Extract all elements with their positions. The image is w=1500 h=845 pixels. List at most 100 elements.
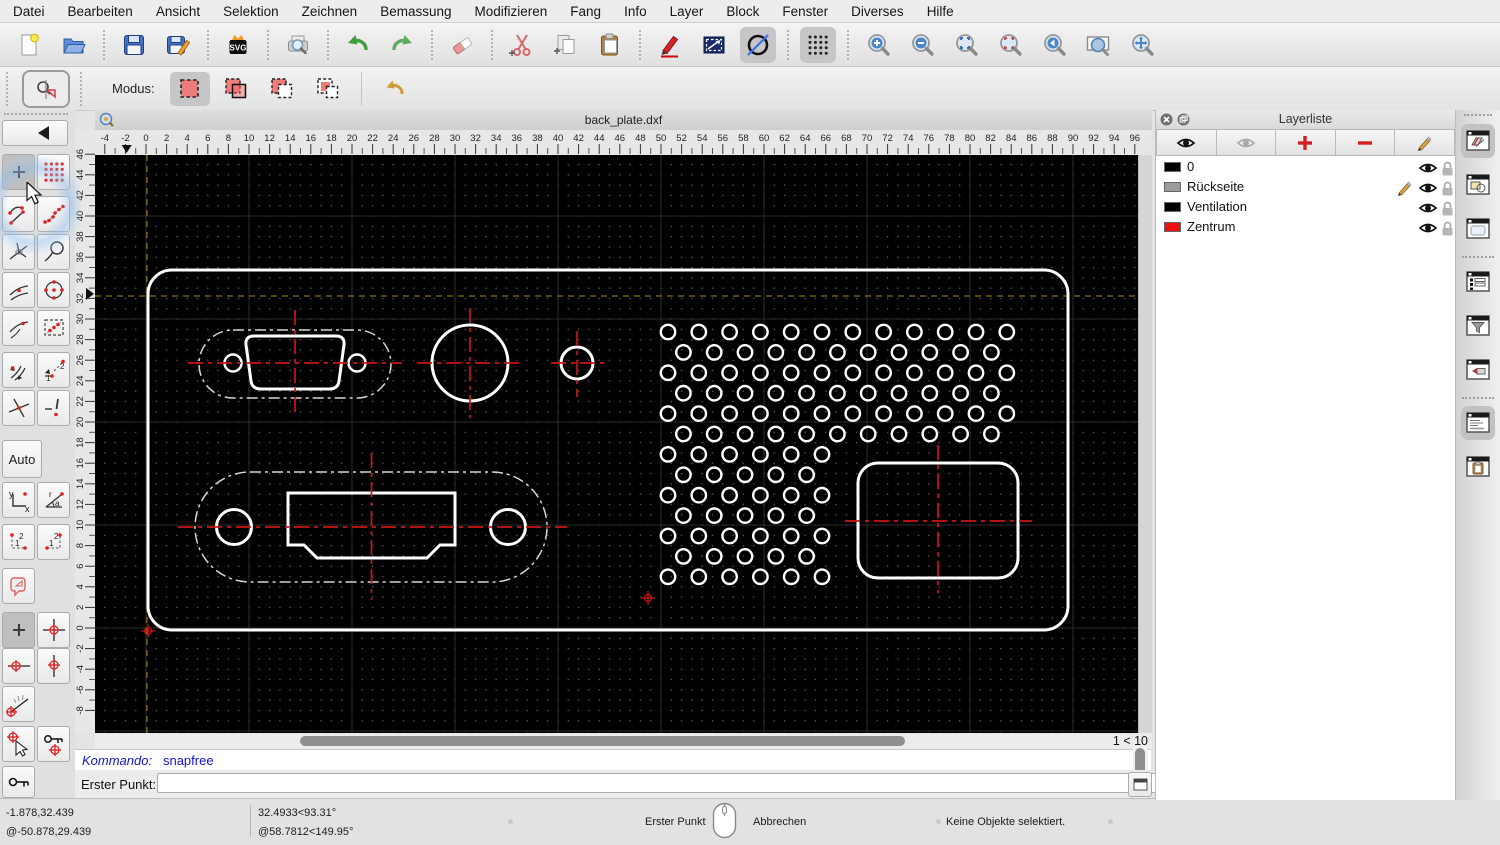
snap-free-button[interactable] — [2, 154, 35, 190]
dock-block-list-button[interactable] — [1461, 168, 1495, 202]
menu-datei[interactable]: Datei — [13, 4, 45, 19]
redo-button[interactable] — [384, 27, 420, 63]
palette-handle[interactable] — [4, 113, 68, 115]
mode-subtract-selection-button[interactable] — [262, 72, 302, 106]
snap-distance-button[interactable] — [2, 310, 35, 346]
menu-fang[interactable]: Fang — [570, 4, 601, 19]
grid-toggle-button[interactable] — [800, 26, 836, 63]
menu-zeichnen[interactable]: Zeichnen — [302, 4, 358, 19]
menu-ansicht[interactable]: Ansicht — [156, 4, 200, 19]
draw-order-button[interactable] — [696, 27, 732, 63]
coords-cartesian-button[interactable]: yx — [2, 482, 35, 518]
print-preview-button[interactable] — [280, 27, 316, 63]
coords-polar-button[interactable]: ra — [37, 482, 70, 518]
snap-warning-button[interactable] — [37, 390, 70, 426]
cut-button[interactable] — [504, 27, 540, 63]
zoom-pan-button[interactable] — [1124, 27, 1160, 63]
zoom-in-button[interactable] — [860, 27, 896, 63]
paste-button[interactable] — [592, 27, 628, 63]
snap-endpoint-button[interactable] — [2, 196, 35, 232]
canvas-horizontal-scrollbar[interactable]: 1 < 10 — [95, 733, 1152, 749]
snap-entity-points-button[interactable] — [37, 196, 70, 232]
snap-auto-button[interactable]: Auto — [2, 440, 42, 478]
set-relative-zero-button[interactable] — [37, 612, 70, 648]
mode-revert-button[interactable] — [375, 72, 415, 106]
menu-modifizieren[interactable]: Modifizieren — [475, 4, 548, 19]
undo-button[interactable] — [340, 27, 376, 63]
menu-bearbeiten[interactable]: Bearbeiten — [68, 4, 133, 19]
dock-clipboard-button[interactable] — [1461, 450, 1495, 484]
draft-mode-button[interactable] — [740, 26, 776, 63]
menu-info[interactable]: Info — [624, 4, 647, 19]
menu-bemassung[interactable]: Bemassung — [380, 4, 451, 19]
zoom-previous-button[interactable] — [1036, 27, 1072, 63]
menu-selektion[interactable]: Selektion — [223, 4, 279, 19]
menu-layer[interactable]: Layer — [670, 4, 704, 19]
snap-on-entity-button[interactable] — [37, 234, 70, 270]
open-document-button[interactable] — [56, 27, 92, 63]
layer-lock-icon[interactable] — [1440, 220, 1455, 240]
canvas-vertical-scrollbar[interactable] — [1138, 155, 1152, 733]
layer-color-swatch[interactable] — [1164, 162, 1181, 172]
menu-block[interactable]: Block — [726, 4, 759, 19]
zoom-selection-button[interactable] — [992, 27, 1028, 63]
relative-coords-1-button[interactable]: 12 — [2, 524, 35, 560]
layer-row[interactable]: Rückseite — [1156, 177, 1455, 197]
palette-back-button[interactable] — [2, 120, 68, 146]
zoom-auto-button[interactable] — [948, 27, 984, 63]
document-titlebar[interactable]: back_plate.dxf — [95, 110, 1152, 131]
dock-command-button[interactable] — [1461, 406, 1495, 440]
freeze-all-layers-button[interactable] — [1216, 129, 1277, 156]
defreeze-all-layers-button[interactable] — [1156, 129, 1217, 156]
remove-layer-button[interactable] — [1335, 129, 1396, 156]
first-point-input[interactable] — [157, 773, 1197, 793]
menu-hilfe[interactable]: Hilfe — [927, 4, 954, 19]
zoom-window-button[interactable] — [1080, 27, 1116, 63]
dock-entity-list-button[interactable] — [1461, 265, 1495, 299]
save-document-button[interactable] — [116, 27, 152, 63]
relative-zero-vertical-button[interactable] — [37, 648, 70, 684]
add-layer-button[interactable] — [1276, 129, 1336, 156]
layer-row[interactable]: Zentrum — [1156, 217, 1455, 237]
copy-button[interactable] — [548, 27, 584, 63]
layer-row[interactable]: 0 — [1156, 157, 1455, 177]
dock-library-button[interactable] — [1461, 212, 1495, 246]
dock-strip-handle[interactable] — [1464, 114, 1492, 116]
lock-relative-zero-button[interactable] — [37, 726, 70, 762]
command-options-button[interactable] — [1128, 772, 1152, 797]
modify-layer-button[interactable] — [1395, 129, 1455, 156]
layer-visibility-icon[interactable] — [1418, 220, 1438, 239]
snap-grid-button[interactable] — [37, 154, 70, 190]
mode-new-selection-button[interactable] — [169, 71, 210, 106]
pick-relative-zero-button[interactable] — [2, 726, 35, 762]
layer-color-swatch[interactable] — [1164, 222, 1181, 232]
edit-attributes-button[interactable] — [652, 27, 688, 63]
dock-filter-button[interactable] — [1461, 309, 1495, 343]
snap-grid-points-button[interactable] — [37, 310, 70, 346]
unlock-relative-zero-button[interactable] — [2, 766, 35, 798]
dock-layer-list-button[interactable] — [1461, 124, 1495, 158]
relative-zero-horizontal-button[interactable] — [2, 648, 35, 684]
snap-middle-button[interactable] — [2, 272, 35, 308]
new-document-button[interactable] — [12, 27, 48, 63]
menu-diverses[interactable]: Diverses — [851, 4, 904, 19]
horizontal-scrollbar-thumb[interactable] — [300, 736, 905, 746]
angle-snap-button[interactable] — [2, 686, 35, 722]
save-document-as-button[interactable] — [160, 27, 196, 63]
layer-color-swatch[interactable] — [1164, 202, 1181, 212]
delete-selected-button[interactable] — [444, 27, 480, 63]
export-svg-button[interactable]: SVG — [220, 27, 256, 63]
zoom-out-button[interactable] — [904, 27, 940, 63]
selection-tool-button[interactable] — [22, 69, 70, 108]
layer-color-swatch[interactable] — [1164, 182, 1181, 192]
mode-intersect-selection-button[interactable] — [308, 72, 348, 106]
menu-fenster[interactable]: Fenster — [782, 4, 828, 19]
restrict-orthogonal-button[interactable] — [2, 352, 35, 388]
mode-add-selection-button[interactable] — [216, 72, 256, 106]
layer-panel-titlebar[interactable]: Layerliste — [1156, 110, 1455, 130]
snap-center-button[interactable] — [37, 272, 70, 308]
select-region-button[interactable] — [2, 568, 35, 604]
restrict-steps-button[interactable]: 12 — [37, 352, 70, 388]
restrict-nothing-button[interactable] — [2, 390, 35, 426]
relative-coords-2-button[interactable]: 12 — [37, 524, 70, 560]
